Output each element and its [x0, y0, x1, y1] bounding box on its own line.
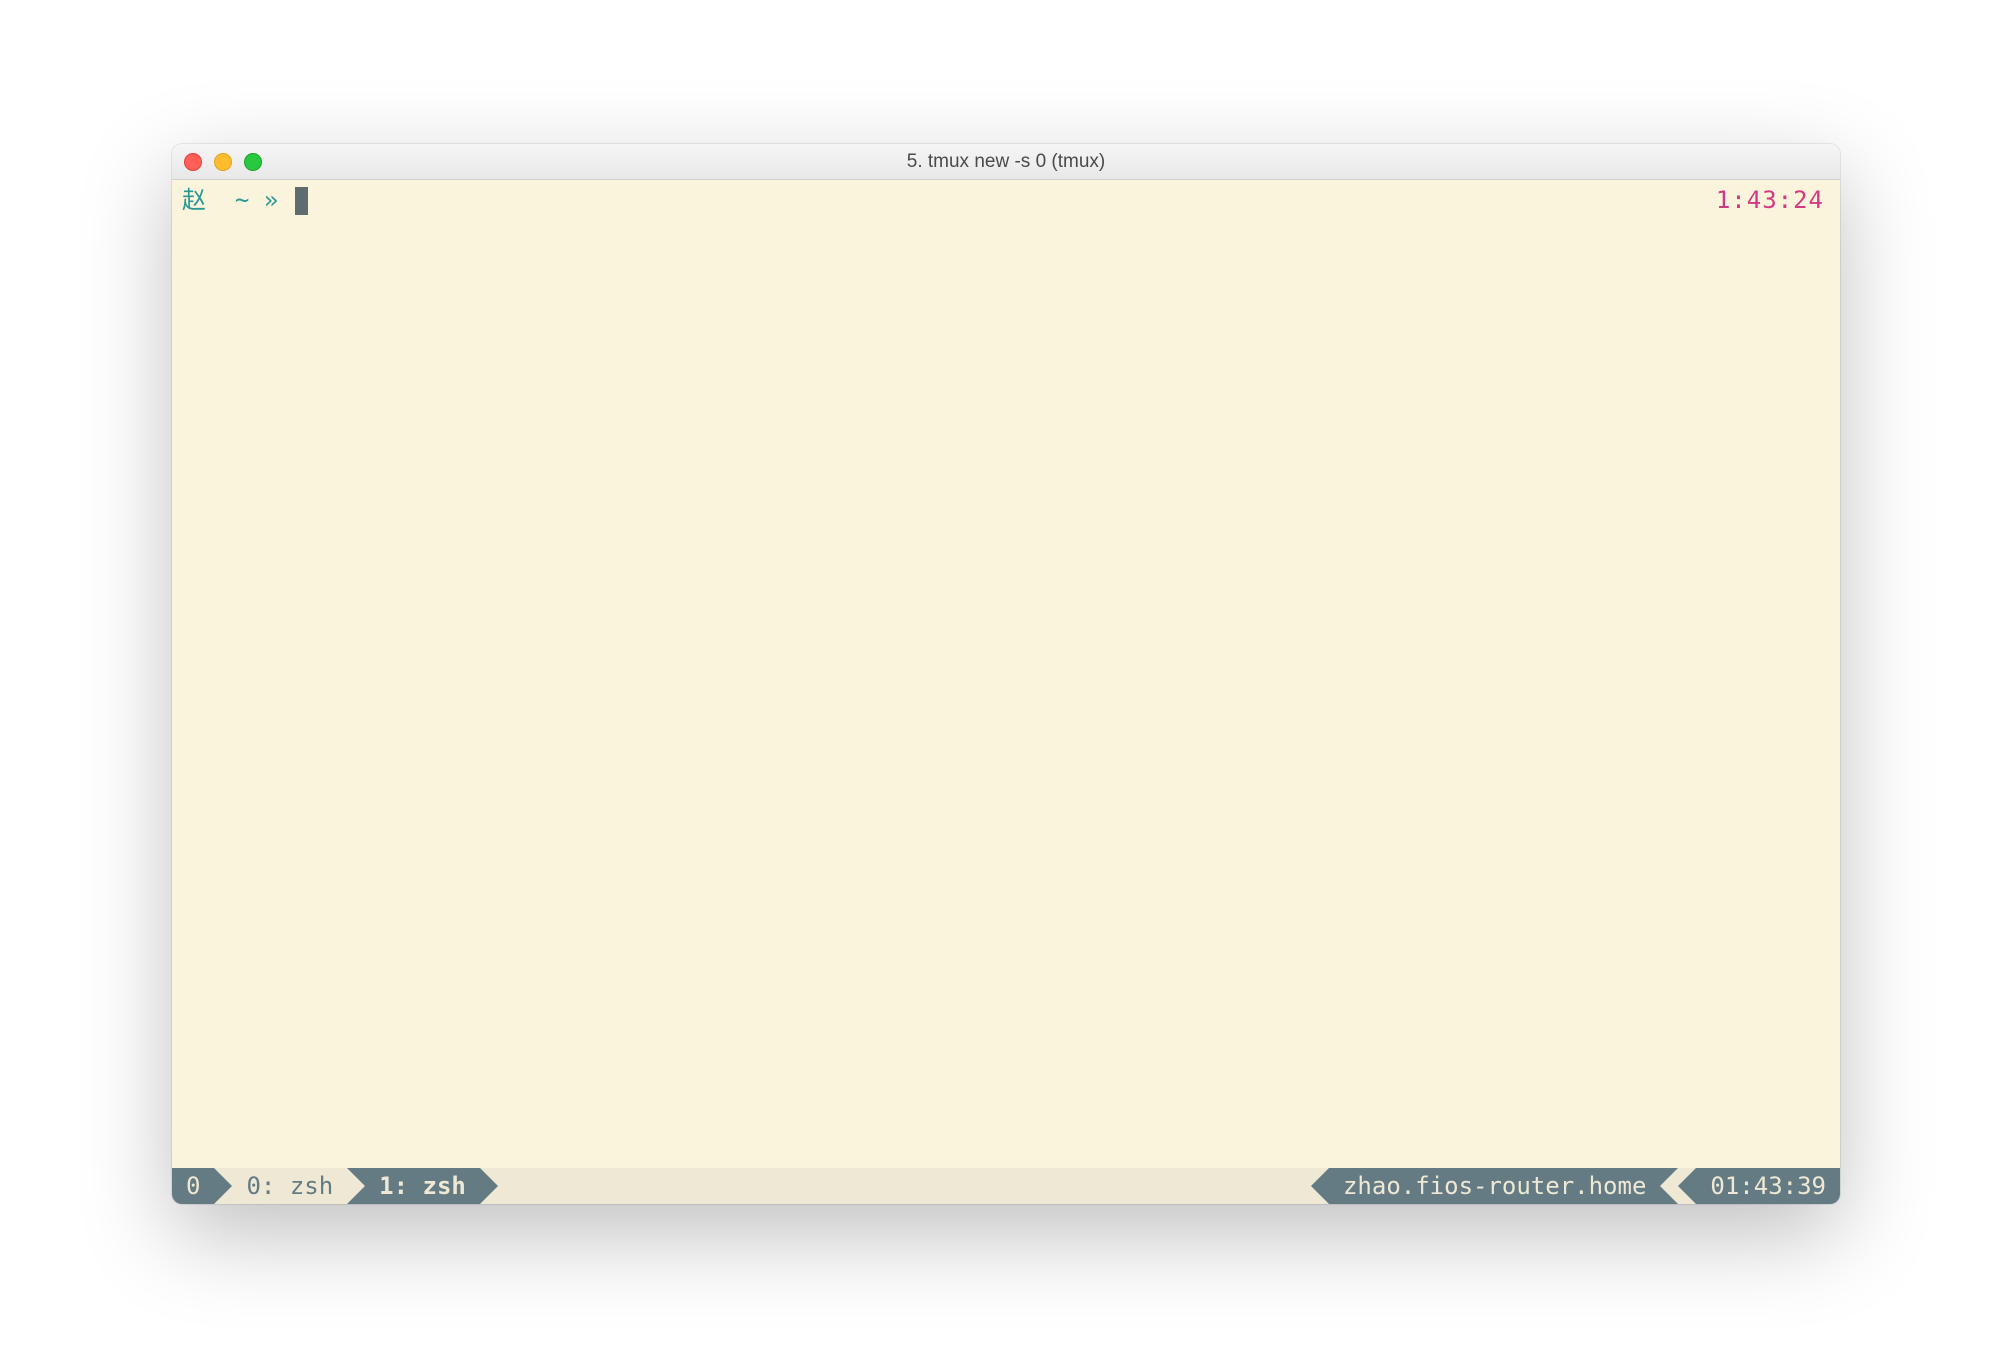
window-tab-1[interactable]: 1: zsh [365, 1168, 480, 1204]
window-name: zsh [290, 1172, 333, 1200]
window-index: 1 [379, 1172, 393, 1200]
session-name: 0 [186, 1172, 200, 1200]
terminal-pane[interactable]: 赵 ~ » 1:43:24 [172, 180, 1840, 1168]
chevron-right-icon [214, 1168, 232, 1204]
hostname: zhao.fios-router.home [1343, 1172, 1646, 1200]
clock: 01:43:39 [1710, 1172, 1826, 1200]
prompt-user-glyph: 赵 [182, 184, 206, 218]
status-left: 0 0: zsh 1: zsh [172, 1168, 498, 1204]
window-name: zsh [423, 1172, 466, 1200]
window-title: 5. tmux new -s 0 (tmux) [172, 151, 1840, 173]
host-segment: zhao.fios-router.home [1329, 1168, 1660, 1204]
prompt-path: ~ [235, 184, 249, 218]
chevron-left-icon [1678, 1168, 1696, 1204]
clock-segment: 01:43:39 [1696, 1168, 1840, 1204]
titlebar: 5. tmux new -s 0 (tmux) [172, 144, 1840, 180]
prompt-left: 赵 ~ » [182, 184, 308, 218]
prompt-right-time: 1:43:24 [1716, 184, 1830, 218]
chevron-right-icon [347, 1168, 365, 1204]
cursor [295, 187, 308, 215]
prompt-line: 赵 ~ » 1:43:24 [182, 184, 1830, 218]
close-button[interactable] [184, 153, 202, 171]
minimize-button[interactable] [214, 153, 232, 171]
chevron-right-icon [480, 1168, 498, 1204]
chevron-left-icon [1660, 1168, 1678, 1204]
terminal-window: 5. tmux new -s 0 (tmux) 赵 ~ » 1:43:24 0 … [172, 144, 1840, 1204]
maximize-button[interactable] [244, 153, 262, 171]
chevron-left-icon [1311, 1168, 1329, 1204]
prompt-arrow: » [264, 184, 278, 218]
traffic-lights [184, 153, 262, 171]
tmux-status-bar: 0 0: zsh 1: zsh zhao.fios-router.home 01… [172, 1168, 1840, 1204]
window-index: 0 [246, 1172, 260, 1200]
session-segment[interactable]: 0 [172, 1168, 214, 1204]
window-tab-0[interactable]: 0: zsh [232, 1168, 347, 1204]
status-right: zhao.fios-router.home 01:43:39 [1311, 1168, 1840, 1204]
